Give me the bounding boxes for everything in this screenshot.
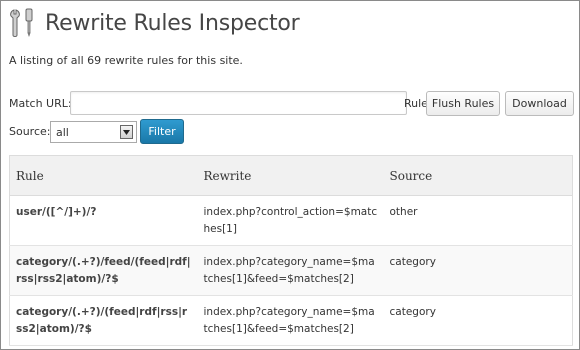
filter-button[interactable]: Filter: [140, 119, 184, 144]
source-select-value: all: [56, 125, 69, 139]
table-row: user/([^/]+)/? index.php?control_action=…: [9, 195, 573, 246]
table-row: category/(.+?)/(feed|rdf|rss|rss2|atom)/…: [9, 295, 573, 346]
column-header-source: Source: [383, 155, 573, 196]
rule-label: Rule: [404, 97, 428, 110]
download-button[interactable]: Download: [505, 91, 574, 116]
source-cell: other: [383, 195, 573, 246]
column-header-rewrite: Rewrite: [197, 155, 384, 196]
source-select[interactable]: all: [50, 121, 137, 143]
app-frame: Rewrite Rules Inspector A listing of all…: [0, 0, 580, 350]
match-url-input[interactable]: [70, 91, 407, 115]
source-label: Source:: [9, 125, 51, 138]
rewrite-cell: index.php?control_action=$matches[1]: [197, 195, 384, 246]
match-url-label: Match URL:: [9, 97, 72, 110]
rule-cell: user/([^/]+)/?: [9, 195, 198, 246]
rewrite-cell: index.php?category_name=$matches[1]&feed…: [197, 245, 384, 296]
source-filter-row: Source: all Filter: [9, 119, 309, 145]
rule-cell: category/(.+?)/feed/(feed|rdf|rss|rss2|a…: [9, 245, 198, 296]
chevron-down-icon[interactable]: [120, 125, 133, 139]
column-header-rule: Rule: [9, 155, 198, 196]
rules-table: Rule Rewrite Source user/([^/]+)/? index…: [9, 155, 573, 346]
table-header-row: Rule Rewrite Source: [9, 155, 573, 196]
flush-rules-button[interactable]: Flush Rules: [426, 91, 500, 116]
page-header: Rewrite Rules Inspector: [9, 7, 300, 39]
source-cell: category: [383, 245, 573, 296]
tools-icon: [10, 8, 33, 37]
match-url-row: Match URL: Rule Flush Rules Download: [9, 91, 575, 117]
rule-cell: category/(.+?)/(feed|rdf|rss|rss2|atom)/…: [9, 295, 198, 346]
rewrite-cell: index.php?category_name=$matches[1]&feed…: [197, 295, 384, 346]
table-row: category/(.+?)/feed/(feed|rdf|rss|rss2|a…: [9, 245, 573, 296]
page-title: Rewrite Rules Inspector: [45, 10, 300, 36]
intro-text: A listing of all 69 rewrite rules for th…: [9, 54, 243, 67]
source-cell: category: [383, 295, 573, 346]
